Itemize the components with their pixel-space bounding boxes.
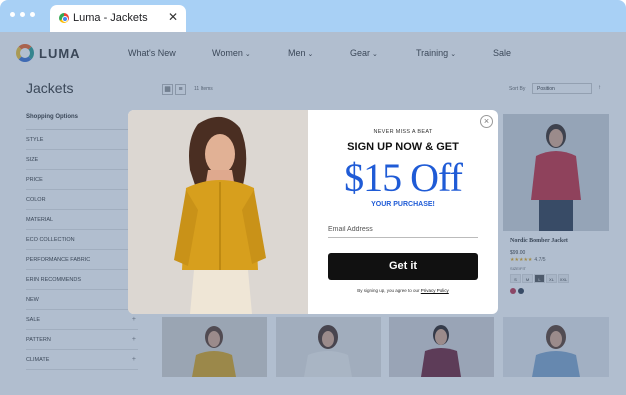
window-dot-2[interactable] — [20, 12, 25, 17]
popup-disclaimer: By signing up, you agree to our Privacy … — [308, 288, 498, 293]
window-dot-3[interactable] — [30, 12, 35, 17]
email-field[interactable] — [328, 222, 478, 238]
popup-eyebrow: NEVER MISS A BEAT — [373, 129, 433, 135]
model-yellow-puffer-image — [128, 110, 308, 314]
privacy-policy-link[interactable]: Privacy Policy — [421, 288, 449, 293]
popup-image — [128, 110, 308, 314]
window-controls — [10, 12, 35, 17]
get-it-button[interactable]: Get it — [328, 253, 478, 280]
tab-title: Luma - Jackets — [73, 12, 148, 24]
popup-subline: YOUR PURCHASE! — [371, 201, 435, 208]
chrome-favicon-icon — [59, 13, 69, 23]
close-icon[interactable]: × — [480, 115, 493, 128]
signup-popup: × NEVER MISS A BEAT SIGN UP NOW & GET $1… — [128, 110, 498, 314]
tab-close-icon[interactable]: ✕ — [168, 10, 178, 24]
window-dot-1[interactable] — [10, 12, 15, 17]
popup-offer: $15 Off — [344, 155, 463, 200]
browser-chrome: Luma - Jackets ✕ — [0, 0, 626, 32]
browser-tab[interactable]: Luma - Jackets ✕ — [50, 5, 186, 32]
popup-content: × NEVER MISS A BEAT SIGN UP NOW & GET $1… — [308, 110, 498, 314]
disclaimer-text: By signing up, you agree to our — [357, 288, 420, 293]
popup-headline: SIGN UP NOW & GET — [347, 141, 459, 153]
